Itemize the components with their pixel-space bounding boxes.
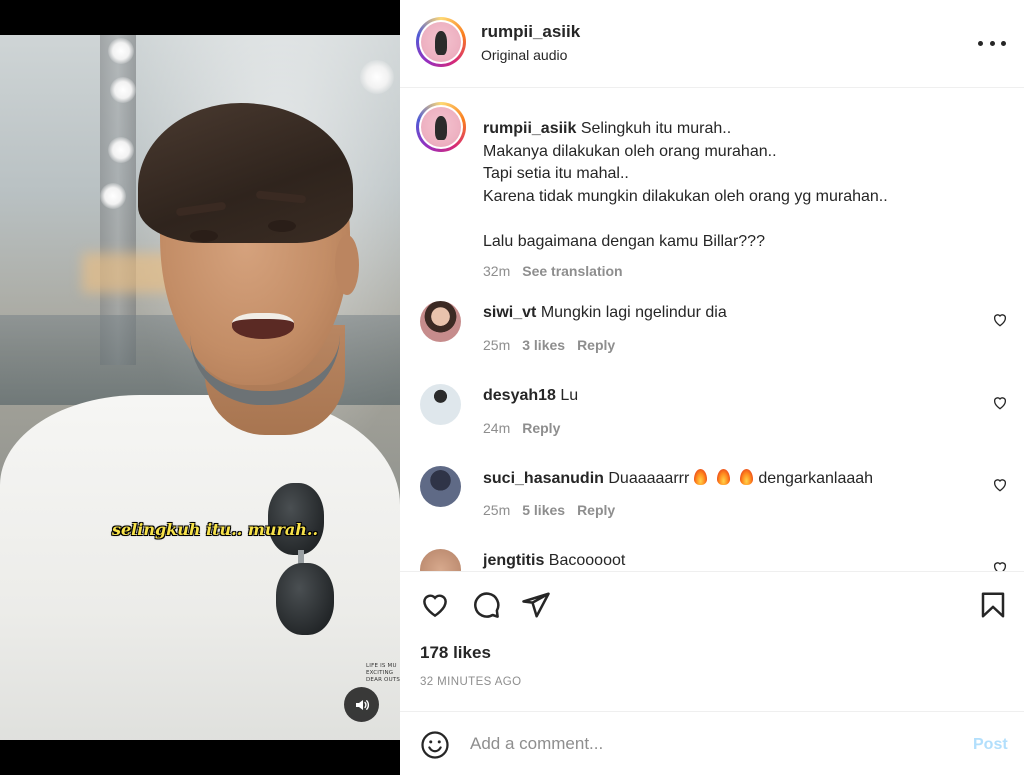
fire-emoji-icon	[694, 469, 708, 485]
comment-item: siwi_vt Mungkin lagi ngelindur dia 25m 3 …	[420, 301, 1020, 371]
caption-meta: 32m See translation	[483, 263, 623, 279]
post-header: rumpii_asiik Original audio	[400, 0, 1024, 88]
video-pane: LIFE IS MU EXCITING DEAR OUTS selingkuh …	[0, 0, 400, 775]
ceiling-light	[360, 60, 394, 94]
comment-text: siwi_vt Mungkin lagi ngelindur dia	[483, 304, 727, 322]
like-comment-icon[interactable]	[992, 477, 1008, 493]
heart-icon[interactable]	[420, 590, 450, 620]
post-username[interactable]: rumpii_asiik	[481, 22, 580, 42]
emoji-icon[interactable]	[420, 730, 450, 760]
comment-item: jengtitis Bacooooot	[420, 549, 1020, 571]
comment-body: Lu	[560, 387, 579, 404]
audio-toggle-button[interactable]	[344, 687, 379, 722]
comment-username[interactable]: siwi_vt	[483, 304, 536, 321]
reply-button[interactable]: Reply	[577, 502, 615, 518]
avatar-image	[421, 22, 461, 62]
comment-item: suci_hasanudin Duaaaaarrr dengarkanlaaah …	[420, 466, 1020, 536]
comment-composer: Post	[400, 711, 1024, 775]
caption-avatar[interactable]	[416, 102, 466, 152]
sunglasses-lens	[268, 483, 324, 555]
like-comment-icon[interactable]	[992, 312, 1008, 328]
avatar-border	[419, 20, 463, 64]
video-caption: selingkuh itu.. murah..	[0, 520, 400, 539]
comment-username[interactable]: desyah18	[483, 387, 556, 404]
comment-likes[interactable]: 5 likes	[522, 502, 565, 518]
comment-text: suci_hasanudin Duaaaaarrr dengarkanlaaah	[483, 469, 873, 488]
more-horizontal-icon[interactable]	[978, 33, 1006, 53]
comment-input[interactable]	[470, 730, 950, 758]
comment-text: desyah18 Lu	[483, 387, 578, 405]
ceiling-light	[108, 137, 134, 163]
video-caption-text: selingkuh itu.. murah..	[111, 520, 319, 539]
shirt-print-text: LIFE IS MU EXCITING DEAR OUTS	[366, 663, 400, 683]
comment-time[interactable]: 25m	[483, 502, 510, 518]
comment-time[interactable]: 25m	[483, 337, 510, 353]
post-time[interactable]: 32 MINUTES AGO	[420, 676, 521, 688]
instagram-post-modal: LIFE IS MU EXCITING DEAR OUTS selingkuh …	[0, 0, 1024, 775]
bookmark-icon[interactable]	[978, 590, 1008, 620]
audio-label[interactable]: Original audio	[481, 47, 567, 63]
comment-body: Bacooooot	[548, 552, 626, 569]
avatar-border	[419, 105, 463, 149]
person-shirt	[0, 395, 400, 740]
fire-emoji-icon	[717, 469, 731, 485]
like-comment-icon[interactable]	[992, 395, 1008, 411]
commenter-avatar[interactable]	[420, 301, 461, 342]
caption-username[interactable]: rumpii_asiik	[483, 120, 576, 137]
fire-emoji-icon	[740, 469, 754, 485]
comment-body: Mungkin lagi ngelindur dia	[540, 304, 727, 321]
reel-video[interactable]: LIFE IS MU EXCITING DEAR OUTS selingkuh …	[0, 35, 400, 740]
profile-avatar[interactable]	[416, 17, 466, 67]
caption-time[interactable]: 32m	[483, 263, 510, 279]
ceiling-light	[110, 77, 136, 103]
comment-item: desyah18 Lu 24m Reply	[420, 384, 1020, 454]
comment-text: jengtitis Bacooooot	[483, 552, 625, 570]
post-actions: 178 likes 32 MINUTES AGO	[400, 571, 1024, 711]
comment-username[interactable]: jengtitis	[483, 552, 544, 569]
comment-body-part: dengarkanlaaah	[758, 470, 874, 487]
person-eye	[190, 230, 218, 242]
likes-count[interactable]: 178 likes	[420, 643, 491, 663]
post-panel: rumpii_asiik Original audio rumpii_asiik…	[400, 0, 1024, 775]
share-icon[interactable]	[521, 590, 551, 620]
avatar-image	[421, 107, 461, 147]
caption-body: Selingkuh itu murah.. Makanya dilakukan …	[483, 120, 888, 250]
reply-button[interactable]: Reply	[522, 420, 560, 436]
comment-body-part: Duaaaaarrr	[608, 470, 690, 487]
person-hair	[138, 103, 353, 243]
sunglasses-lens	[276, 563, 334, 635]
post-comment-button[interactable]: Post	[973, 736, 1008, 754]
comment-meta: 25m 3 likes Reply	[483, 337, 615, 353]
caption-text: rumpii_asiik Selingkuh itu murah.. Makan…	[483, 118, 1003, 253]
comment-meta: 25m 5 likes Reply	[483, 502, 615, 518]
comment-likes[interactable]: 3 likes	[522, 337, 565, 353]
person-eye	[268, 220, 296, 232]
reply-button[interactable]: Reply	[577, 337, 615, 353]
commenter-avatar[interactable]	[420, 384, 461, 425]
commenter-avatar[interactable]	[420, 466, 461, 507]
ceiling-light	[100, 183, 126, 209]
comments-list[interactable]: rumpii_asiik Selingkuh itu murah.. Makan…	[400, 89, 1024, 571]
comment-time[interactable]: 24m	[483, 420, 510, 436]
ceiling-light	[108, 38, 134, 64]
commenter-avatar[interactable]	[420, 549, 461, 571]
speaker-icon	[355, 699, 369, 710]
see-translation-link[interactable]: See translation	[522, 263, 622, 279]
comment-icon[interactable]	[471, 590, 501, 620]
comment-username[interactable]: suci_hasanudin	[483, 470, 604, 487]
like-comment-icon[interactable]	[992, 560, 1008, 571]
comment-meta: 24m Reply	[483, 420, 560, 436]
person-ear	[335, 235, 359, 295]
